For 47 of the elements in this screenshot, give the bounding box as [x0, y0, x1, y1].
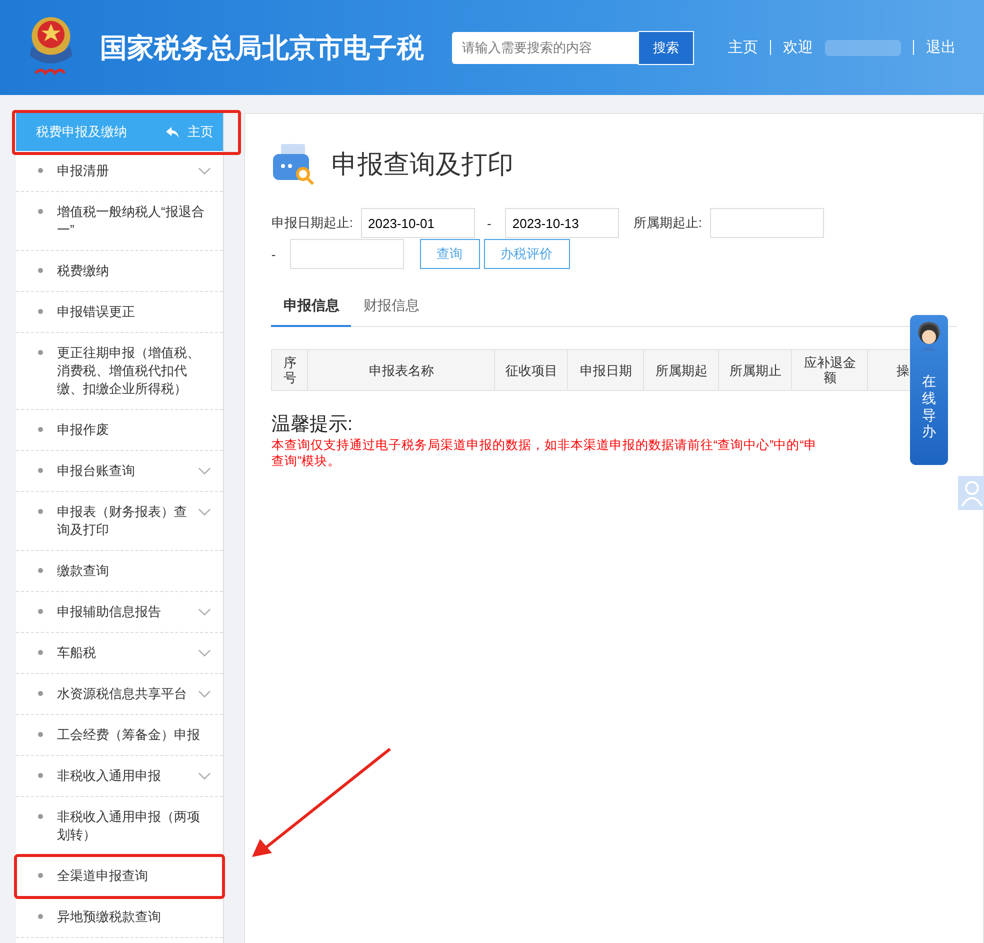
menu-item[interactable]: 申报辅助信息报告 — [16, 592, 224, 633]
user-icon[interactable] — [958, 476, 984, 510]
menu-item[interactable]: 非税收入通用申报 — [16, 756, 224, 797]
period-field[interactable] — [710, 208, 824, 238]
column-header: 征收项目 — [495, 350, 568, 390]
printer-search-icon — [271, 142, 316, 186]
menu-item[interactable]: 申报台账查询 — [16, 451, 224, 492]
range-separator: - — [271, 246, 276, 262]
welcome-text: 欢迎 — [783, 38, 813, 57]
range-separator: - — [487, 216, 492, 230]
period-field[interactable] — [290, 239, 404, 269]
menu-item[interactable]: 水资源税信息共享平台 — [16, 674, 224, 715]
notice-text: 本查询仅支持通过电子税务局渠道申报的数据，如非本渠道申报的数据请前往“查询中心”中的“申 — [271, 437, 818, 453]
period-range-label: 所属期起止: — [633, 214, 702, 232]
menu-item[interactable]: 申报清册 — [16, 151, 224, 192]
menu-item[interactable]: 申报作废 — [16, 410, 224, 451]
reply-icon — [166, 126, 180, 138]
menu-item[interactable]: 缴款查询 — [16, 551, 224, 592]
site-title: 国家税务总局北京市电子税 — [100, 32, 425, 64]
menu-item[interactable]: 非税收入通用申报（两项划转） — [16, 797, 224, 856]
column-header: 申报表名称 — [308, 350, 496, 390]
online-guide-button[interactable]: 在线导办 — [910, 315, 948, 465]
tab[interactable]: 财报信息 — [351, 293, 432, 327]
menu-item[interactable]: 全渠道申报查询 — [16, 856, 224, 897]
column-header: 所属期起 — [644, 350, 720, 390]
menu-item[interactable]: 工会经费（筹备金）申报 — [16, 715, 224, 756]
menu-item[interactable]: 车船税 — [16, 633, 224, 674]
date-field[interactable]: 2023-10-01 — [361, 208, 476, 238]
search-button[interactable]: 搜索 — [638, 30, 694, 64]
date-field[interactable]: 2023-10-13 — [505, 208, 620, 238]
menu-item[interactable]: 申报表（财务报表）查询及打印 — [16, 492, 224, 551]
date-range-label: 申报日期起止: — [271, 214, 354, 232]
menu-item[interactable]: 异地预缴税款查询 — [16, 897, 224, 938]
tab[interactable]: 申报信息 — [271, 293, 352, 327]
search-field[interactable]: 请输入需要搜索的内容 — [452, 32, 638, 64]
column-header: 应补退金额 — [792, 350, 868, 390]
page-title: 申报查询及打印 — [331, 148, 514, 180]
menu-item[interactable]: 增值税一般纳税人“报退合一” — [16, 192, 224, 251]
notice-text: 查询”模块。 — [271, 453, 342, 469]
column-header: 所属期止 — [719, 350, 792, 390]
sidebar-title: 税费申报及缴纳 — [36, 123, 127, 141]
menu-item[interactable]: 更正往期申报（增值税、消费税、增值税代扣代缴、扣缴企业所得税） — [16, 333, 224, 410]
column-header: 序号 — [272, 350, 308, 390]
column-header: 申报日期 — [568, 350, 644, 390]
menu-item[interactable]: 申报错误更正 — [16, 292, 224, 333]
menu-item[interactable]: 税费缴纳 — [16, 251, 224, 292]
notice-title: 温馨提示: — [271, 413, 353, 437]
